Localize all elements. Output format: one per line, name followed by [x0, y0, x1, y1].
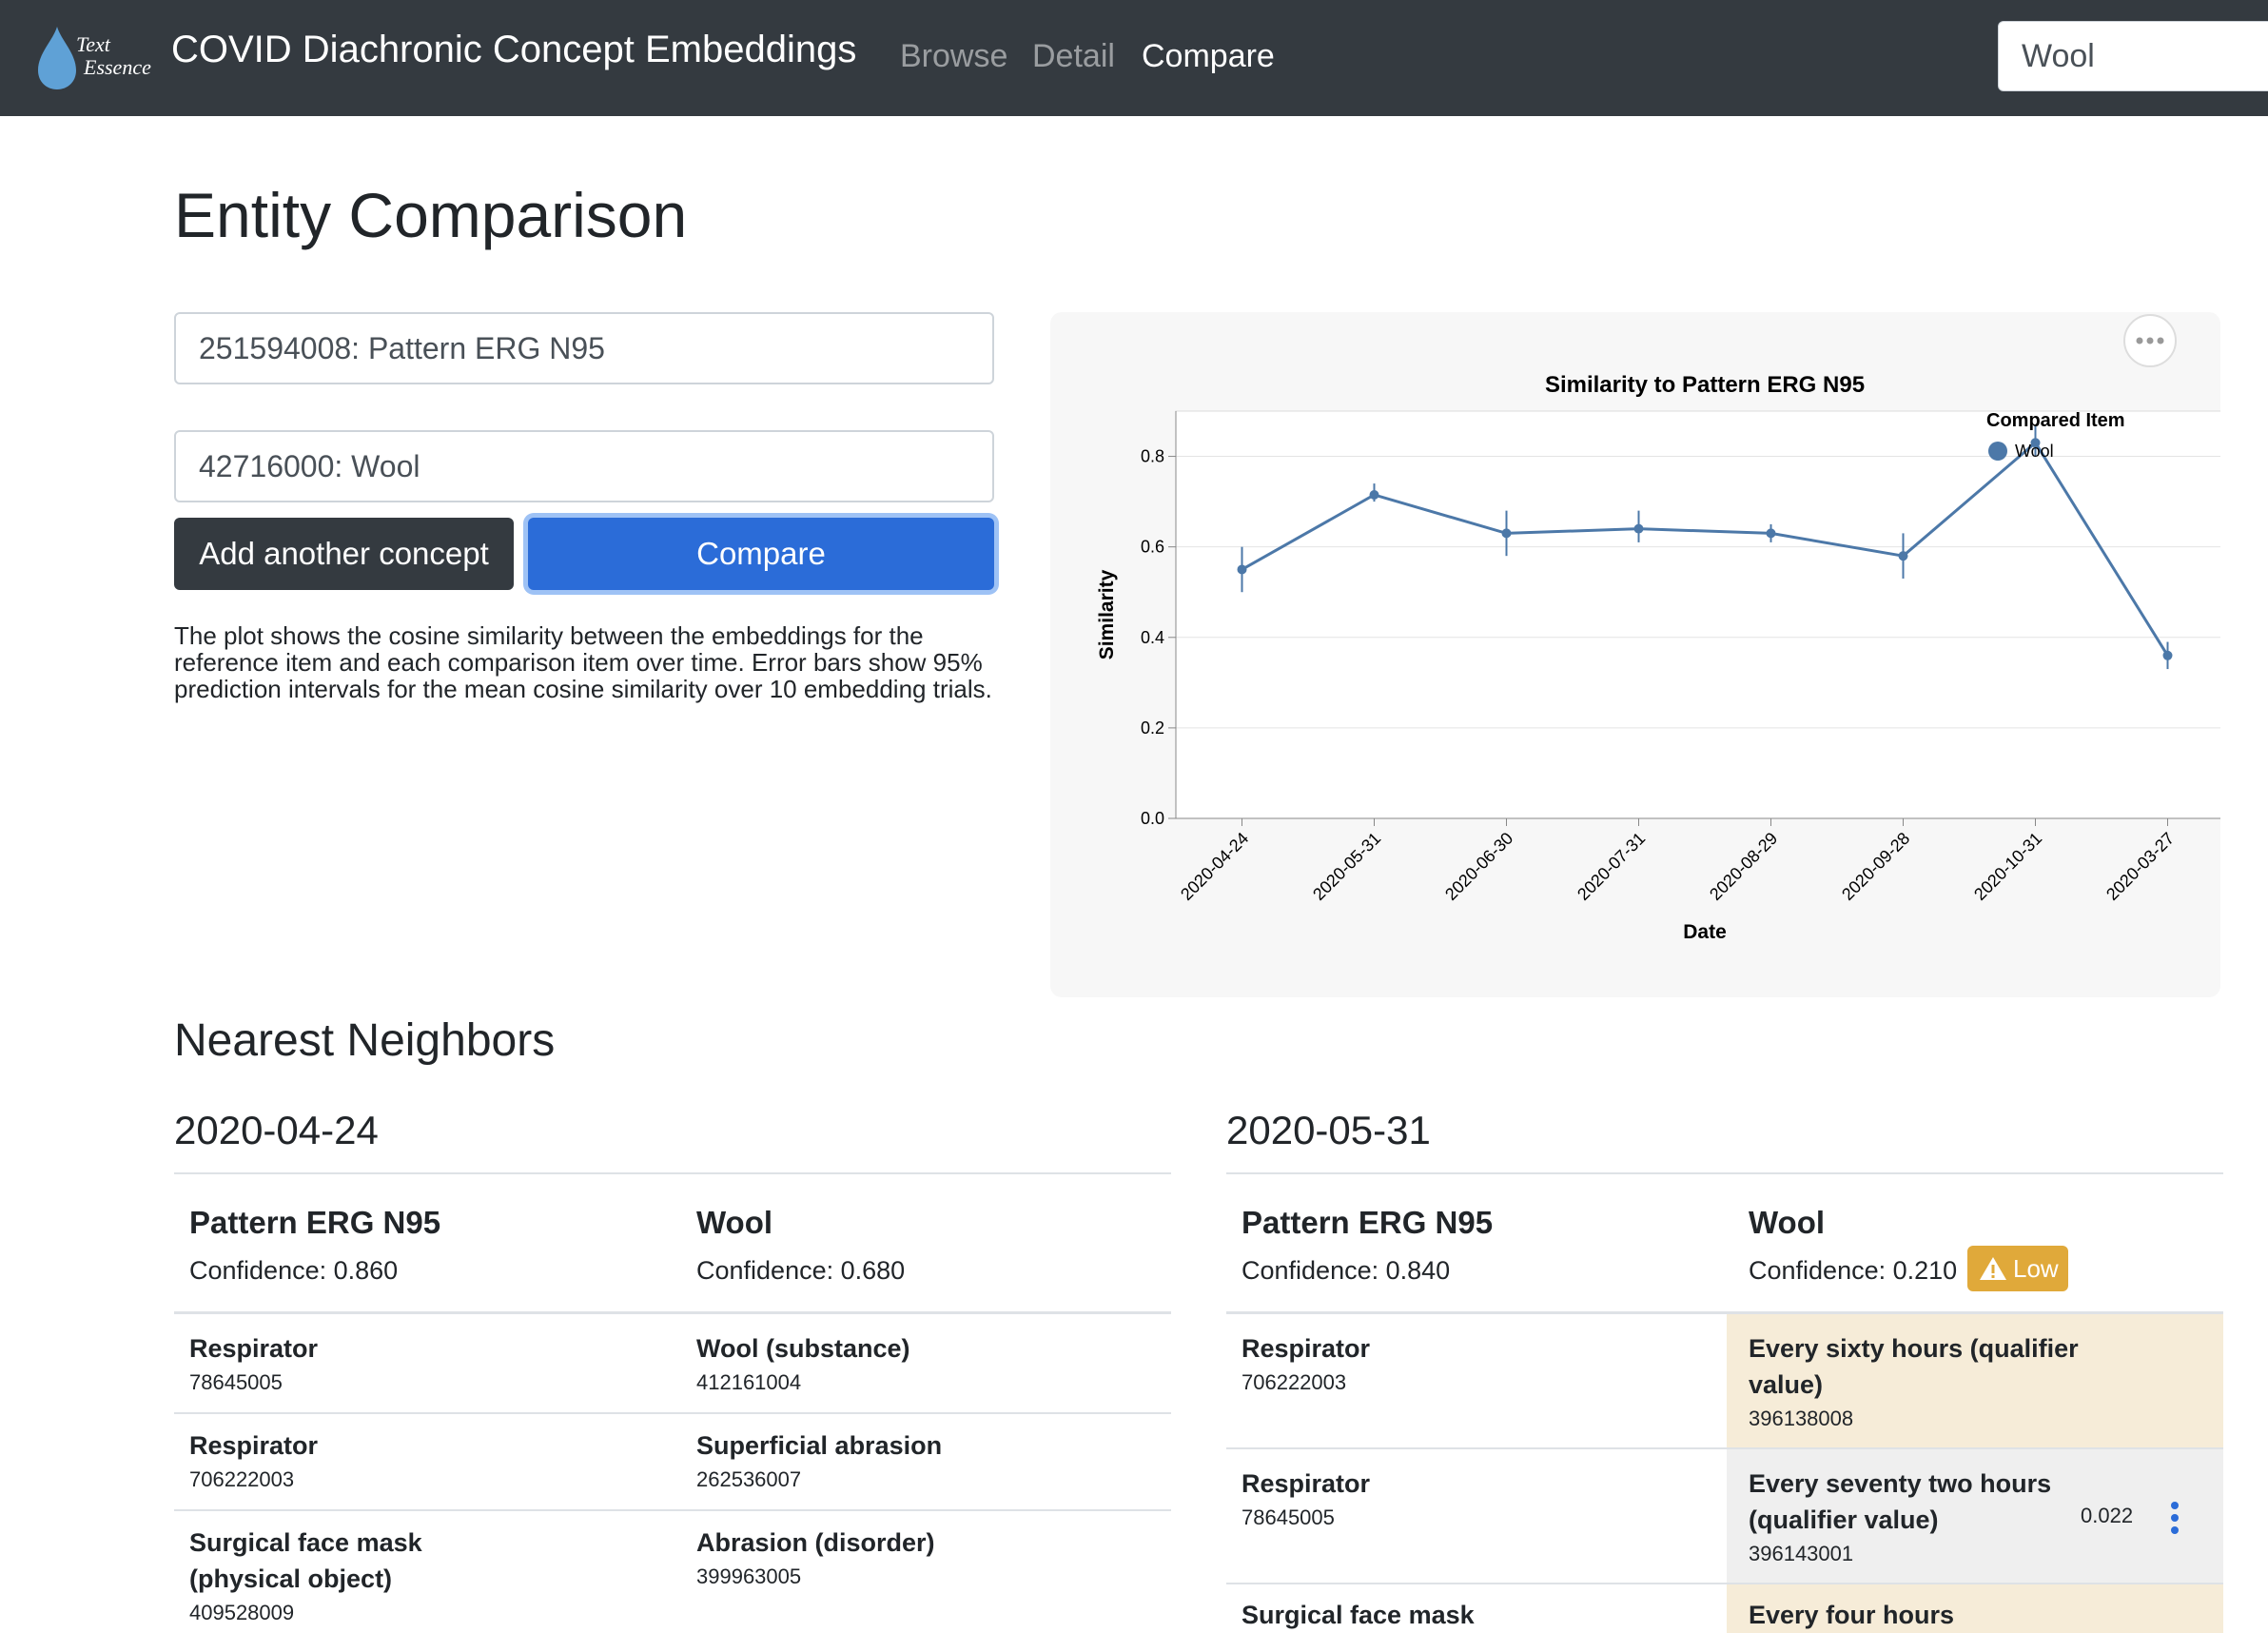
reference-confidence: Confidence: 0.860 [189, 1256, 399, 1285]
low-confidence-badge: Low [1967, 1246, 2068, 1291]
navbar: Text Essence COVID Diachronic Concept Em… [0, 0, 2268, 116]
neighbor-name-cont[interactable]: (qualifier value) [1749, 1502, 1939, 1538]
logo-text-top: Text [76, 32, 110, 56]
data-point [2162, 650, 2173, 660]
badge-label: Low [2013, 1253, 2059, 1283]
reference-confidence: Confidence: 0.840 [1242, 1256, 1451, 1285]
neighbor-name[interactable]: Every four hours [1749, 1597, 1954, 1633]
y-tick-label: 0.0 [1141, 809, 1164, 828]
legend-swatch [1988, 442, 2007, 461]
divider [174, 1509, 1171, 1511]
neighbor-name[interactable]: Surgical face mask [1242, 1597, 1475, 1633]
neighbor-name-cont[interactable]: value) [1749, 1367, 1823, 1403]
nearest-neighbors-title: Nearest Neighbors [174, 1015, 556, 1066]
neighbor-code: 409528009 [189, 1601, 295, 1624]
comparison-confidence: Confidence: 0.680 [696, 1256, 906, 1285]
y-tick-label: 0.4 [1141, 628, 1164, 647]
plot-explanation: The plot shows the cosine similarity bet… [174, 621, 992, 703]
chart-panel: 0.0 0.2 0.4 0.6 0.8 2020-04-24 2020-05-31 2020-… [1050, 312, 2220, 997]
data-point [1501, 528, 1512, 539]
data-point [1766, 528, 1776, 539]
x-tick-label: 2020-03-27 [2102, 829, 2178, 904]
similarity-chart: 0.0 0.2 0.4 0.6 0.8 2020-04-24 2020-05-31 2020-… [1096, 372, 2220, 943]
neighbor-name[interactable]: Abrasion (disorder) [696, 1525, 935, 1561]
divider [174, 1172, 1171, 1174]
x-tick-label: 2020-07-31 [1574, 829, 1649, 904]
comparison-name: Wool [696, 1205, 773, 1240]
warning-icon [1980, 1257, 2006, 1280]
comparison-concept-input[interactable] [174, 430, 994, 502]
neighbor-code: 78645005 [1242, 1505, 1335, 1529]
neighbor-name[interactable]: Respirator [1242, 1330, 1370, 1367]
search-input[interactable] [1998, 21, 2268, 91]
nav-detail[interactable]: Detail [1032, 38, 1115, 75]
neighbor-name[interactable]: Wool (substance) [696, 1330, 910, 1367]
data-point [1898, 551, 1908, 561]
neighbor-name[interactable]: Superficial abrasion [696, 1427, 942, 1464]
data-point [1369, 489, 1379, 500]
logo-text-bottom: Essence [84, 55, 151, 79]
neighbor-name[interactable]: Respirator [189, 1330, 318, 1367]
neighbor-code: 706222003 [189, 1467, 295, 1491]
data-point [1633, 523, 1644, 534]
reference-name: Pattern ERG N95 [189, 1205, 441, 1240]
neighbor-code: 396138008 [1749, 1407, 1854, 1430]
neighbor-name-cont[interactable]: (physical object) [189, 1561, 392, 1597]
similarity-score: 0.022 [2081, 1504, 2134, 1527]
data-point [1237, 564, 1247, 575]
chart-title: Similarity to Pattern ERG N95 [1545, 372, 1865, 398]
reference-name: Pattern ERG N95 [1242, 1205, 1494, 1240]
nav-compare[interactable]: Compare [1142, 38, 1275, 75]
x-tick-label: 2020-10-31 [1970, 829, 2045, 904]
textessence-logo[interactable]: Text Essence [34, 25, 158, 91]
add-concept-button[interactable]: Add another concept [174, 518, 514, 590]
x-tick-label: 2020-04-24 [1177, 829, 1252, 904]
plot-area [1175, 410, 2220, 819]
x-tick-label: 2020-09-28 [1838, 829, 1913, 904]
compare-button[interactable]: Compare [528, 518, 994, 590]
legend-title: Compared Item [1986, 410, 2125, 431]
neighbor-code: 396143001 [1749, 1542, 1854, 1565]
neighbor-code: 399963005 [696, 1564, 802, 1588]
divider [1226, 1172, 2223, 1174]
more-options-icon[interactable] [2167, 1500, 2182, 1536]
y-tick-label: 0.8 [1141, 447, 1164, 466]
neighbor-name[interactable]: Surgical face mask [189, 1525, 422, 1561]
x-tick-label: 2020-06-30 [1441, 829, 1516, 904]
neighbor-code: 262536007 [696, 1467, 802, 1491]
y-tick-label: 0.6 [1141, 538, 1164, 557]
neighbor-name[interactable]: Respirator [189, 1427, 318, 1464]
page-title: Entity Comparison [174, 180, 688, 250]
x-tick-label: 2020-05-31 [1309, 829, 1384, 904]
reference-concept-input[interactable] [174, 312, 994, 384]
divider [174, 1412, 1171, 1414]
neighbor-code: 412161004 [696, 1370, 802, 1394]
nav-browse[interactable]: Browse [900, 38, 1007, 75]
comparison-confidence: Confidence: 0.210 [1749, 1256, 1958, 1285]
divider [174, 1311, 1171, 1314]
x-axis-title: Date [1683, 921, 1727, 943]
x-tick-label: 2020-08-29 [1706, 829, 1781, 904]
neighbor-name[interactable]: Respirator [1242, 1466, 1370, 1502]
neighbor-name[interactable]: Every seventy two hours [1749, 1466, 2051, 1502]
neighbor-name[interactable]: Every sixty hours (qualifier [1749, 1330, 2079, 1367]
legend-label: Wool [2015, 442, 2054, 461]
panel-date: 2020-05-31 [1226, 1108, 1431, 1152]
brand-title[interactable]: COVID Diachronic Concept Embeddings [171, 29, 856, 71]
y-tick-label: 0.2 [1141, 718, 1164, 738]
comparison-name: Wool [1749, 1205, 1826, 1240]
y-axis-title: Similarity [1096, 569, 1118, 659]
panel-date: 2020-04-24 [174, 1108, 379, 1152]
neighbor-code: 78645005 [189, 1370, 283, 1394]
neighbor-code: 706222003 [1242, 1370, 1347, 1394]
